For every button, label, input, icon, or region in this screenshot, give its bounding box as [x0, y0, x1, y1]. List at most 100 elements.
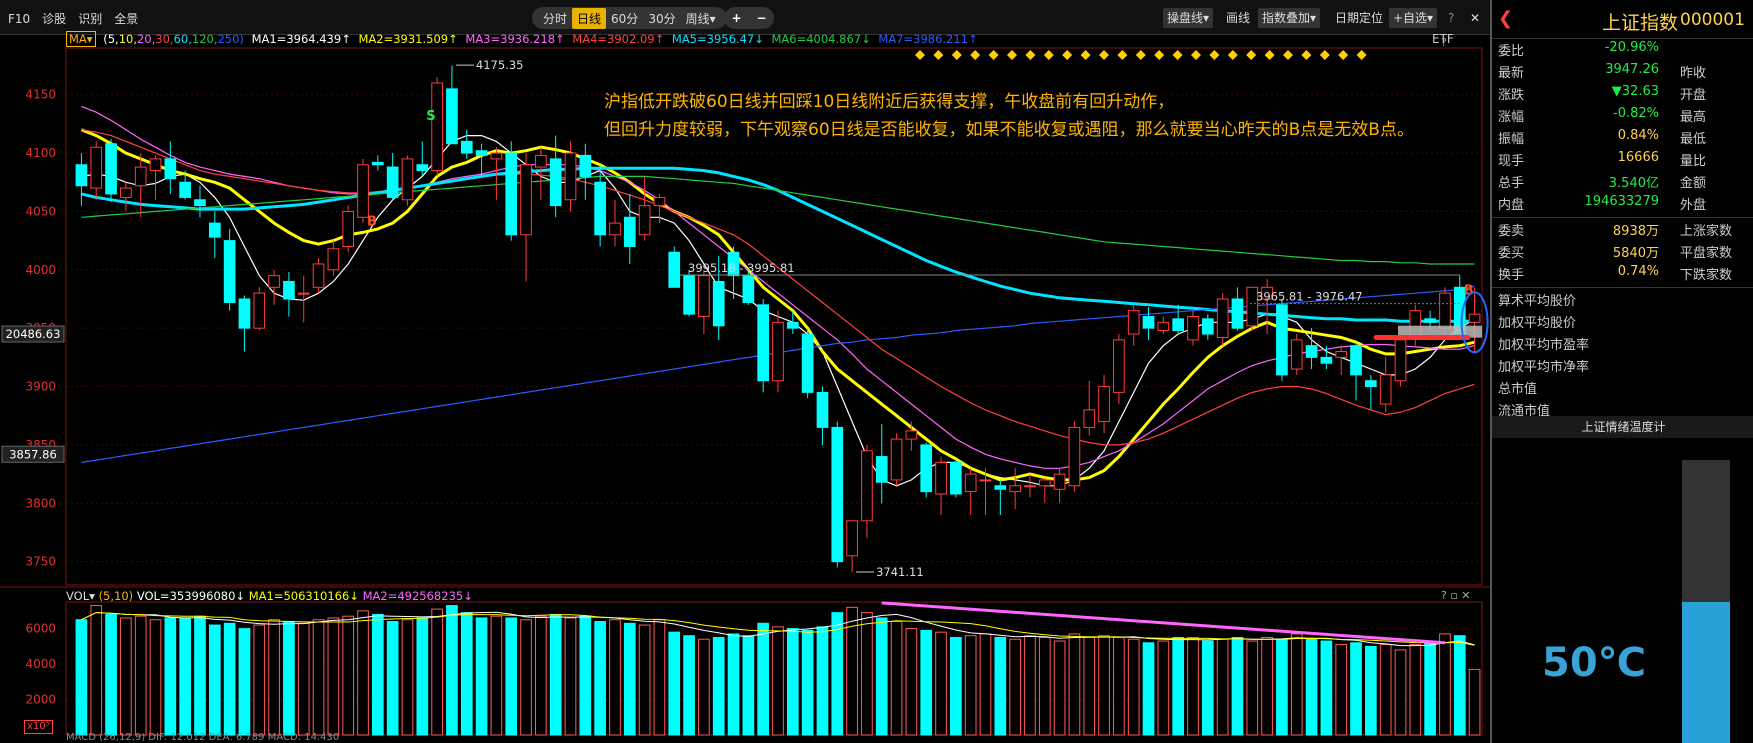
candle-body: [1098, 386, 1110, 423]
volume-bar: [801, 629, 814, 736]
signal-diamond: [1099, 50, 1109, 60]
quote-row: 换手 0.74% 下跌家数: [1492, 264, 1753, 286]
candle-body: [1127, 310, 1140, 335]
quote-label: 委卖: [1498, 224, 1525, 239]
analysis-annotation: 沪指低开跌破60日线并回踩10日线附近后获得支撑，午收盘前有回升动作， 但回升力…: [604, 88, 1414, 144]
volume-bar: [134, 615, 147, 736]
quote-row: 涨跌 ▼32.63 开盘: [1492, 84, 1753, 106]
quote-label-right: 外盘: [1680, 198, 1707, 213]
price-tag: 20486.63: [6, 327, 61, 341]
sentiment-gauge-fill: [1682, 601, 1730, 743]
quote-label-right: 平盘家数: [1680, 246, 1733, 261]
volume-bar: [638, 624, 651, 736]
volume-y-tick: 2000: [25, 693, 56, 707]
candle-body: [609, 222, 621, 236]
y-tick-label: 4050: [25, 204, 56, 218]
volume-bar: [979, 633, 992, 736]
volume-bar: [179, 617, 191, 736]
annotation-line-1: 沪指低开跌破60日线并回踩10日线附近后获得支撑，午收盘前有回升动作，: [604, 92, 1175, 112]
candle-body: [994, 485, 1007, 490]
signal-diamond: [1191, 50, 1201, 60]
back-icon[interactable]: ❮: [1498, 8, 1513, 29]
quote-row: 最新 3947.26 昨收: [1492, 62, 1753, 84]
volume-y-tick: 6000: [25, 622, 56, 636]
volume-bar: [253, 624, 266, 736]
candle-body: [223, 240, 236, 303]
quote-row: 现手 16666 量比: [1492, 150, 1753, 172]
volume-bar: [1201, 640, 1214, 736]
volume-bar: [283, 621, 295, 736]
candle-body: [1172, 318, 1185, 332]
signal-diamond: [933, 50, 944, 60]
candle-body: [253, 292, 266, 329]
candle-body: [1216, 298, 1229, 339]
volume-bar: [1276, 638, 1288, 736]
sentiment-title: 上证情绪温度计: [1492, 416, 1753, 438]
quote-label: 委买: [1498, 246, 1525, 261]
candle-body: [979, 479, 992, 482]
volume-bar: [416, 617, 429, 736]
quote-value: -0.82%: [1613, 106, 1659, 121]
candle-body: [1024, 485, 1036, 488]
candle-body: [1083, 409, 1096, 428]
quote-label-right: 最低: [1680, 132, 1707, 147]
y-tick-label: 3750: [25, 555, 56, 569]
sentiment-value: 50℃: [1542, 640, 1647, 686]
quote-row: 委卖 8938万 上涨家数: [1492, 220, 1753, 242]
candle-body: [342, 210, 355, 247]
volume-bar: [1439, 633, 1451, 736]
volume-bar: [564, 617, 577, 736]
volume-bar: [386, 621, 399, 736]
volume-bar: [327, 617, 340, 736]
volume-bar: [520, 619, 532, 736]
volume-bar: [1187, 636, 1199, 736]
vol-selector[interactable]: VOL▾: [66, 589, 95, 603]
volume-bar: [1365, 645, 1377, 736]
volume-bar: [1261, 636, 1273, 736]
quote-value: 3.540亿: [1608, 176, 1659, 191]
candle-body: [964, 473, 977, 493]
main-panel-help-icon[interactable]: ?: [1441, 36, 1447, 49]
signal-diamond: [1154, 50, 1165, 60]
volume-bar: [1098, 635, 1110, 736]
divider: [1492, 287, 1753, 288]
volume-bar: [727, 633, 740, 736]
volume-bar: [1350, 642, 1362, 736]
volume-bar: [1424, 640, 1436, 736]
vol-ma2-value: MA2=492568235↓: [362, 589, 473, 603]
quote-value: ▼32.63: [1611, 84, 1659, 99]
candle-body: [535, 154, 547, 168]
volume-bar: [875, 617, 888, 736]
candle-body: [194, 199, 206, 207]
signal-diamond: [1319, 50, 1330, 60]
volume-bar: [1127, 638, 1140, 736]
volume-bar: [698, 638, 710, 736]
volume-bar: [342, 615, 355, 736]
y-tick-label: 4100: [25, 146, 56, 160]
quote-label: 现手: [1498, 154, 1525, 169]
candle-body: [1201, 318, 1214, 335]
candle-body: [357, 164, 369, 218]
candle-body: [1365, 380, 1377, 388]
volume-bar: [1113, 636, 1125, 736]
signal-diamond: [1227, 50, 1238, 60]
quote-label: 涨幅: [1498, 110, 1525, 125]
volume-bar: [194, 615, 206, 736]
volume-bar: [1157, 640, 1170, 736]
candle-body: [905, 430, 918, 440]
y-tick-label: 4000: [25, 263, 56, 277]
divider: [1492, 217, 1753, 218]
candle-body: [179, 181, 191, 198]
volume-bar: [890, 621, 903, 736]
annotation-line-2: 但回升力度较弱，下午观察60日线是否能收复，如果不能收复或遇阻，那么就要当心昨天…: [604, 120, 1414, 140]
trade-marker: S: [426, 109, 435, 124]
trade-marker: B: [367, 215, 377, 230]
candle-body: [549, 158, 562, 207]
volume-bar: [223, 622, 236, 736]
quote-value: 3947.26: [1605, 62, 1659, 77]
signal-diamond: [970, 50, 981, 60]
volume-bar: [446, 605, 458, 736]
volume-bar: [401, 619, 414, 736]
vol-panel-controls[interactable]: ? ▫ ✕: [1441, 589, 1471, 602]
quote-header: ❮ 上证指数 000001: [1492, 0, 1753, 39]
